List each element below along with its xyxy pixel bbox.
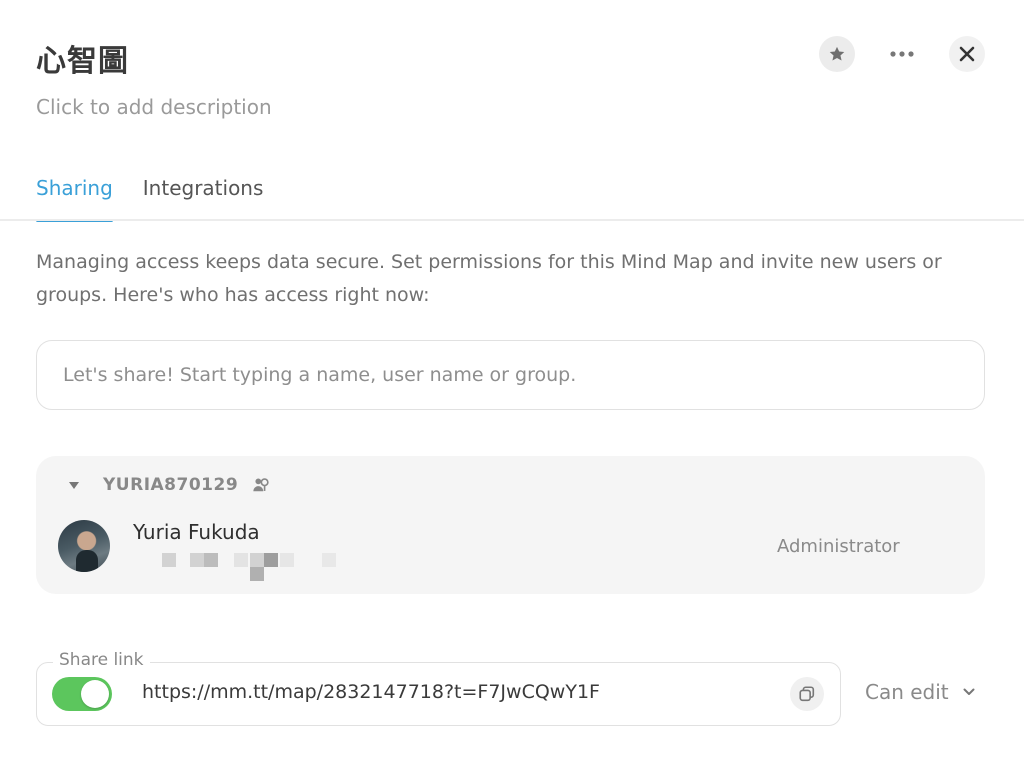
more-horizontal-icon xyxy=(890,51,914,57)
access-group-card: YURIA870129 Yuria Fukuda Administrator xyxy=(36,456,985,594)
collapse-caret-icon[interactable] xyxy=(69,481,79,489)
tab-divider xyxy=(0,219,1024,221)
share-link-field: Share link https://mm.tt/map/2832147718?… xyxy=(36,650,841,726)
link-permission-dropdown[interactable]: Can edit xyxy=(865,680,975,704)
share-link-url[interactable]: https://mm.tt/map/2832147718?t=F7JwCQwY1… xyxy=(142,681,600,703)
group-header: YURIA870129 xyxy=(69,470,270,500)
star-icon xyxy=(829,46,845,61)
share-dialog: 心智圖 Click to add description Sharing Int… xyxy=(0,0,1024,764)
link-permission-value: Can edit xyxy=(865,680,949,704)
map-title[interactable]: 心智圖 xyxy=(36,36,129,80)
group-name: YURIA870129 xyxy=(103,475,239,495)
share-link-legend: Share link xyxy=(53,650,150,670)
tab-sharing[interactable]: Sharing xyxy=(36,170,113,222)
group-icon xyxy=(252,476,270,494)
tab-integrations[interactable]: Integrations xyxy=(143,170,264,222)
redacted-email xyxy=(146,551,346,583)
share-search-input[interactable] xyxy=(36,340,985,410)
close-button[interactable] xyxy=(949,36,985,72)
copy-icon xyxy=(799,686,815,702)
avatar xyxy=(58,520,110,572)
close-icon xyxy=(959,46,975,62)
chevron-down-icon xyxy=(963,688,975,696)
member-name: Yuria Fukuda xyxy=(133,520,260,544)
dialog-tabs: Sharing Integrations xyxy=(36,170,293,222)
member-role[interactable]: Administrator xyxy=(777,536,900,557)
more-options-button[interactable] xyxy=(884,36,920,72)
sharing-intro-text: Managing access keeps data secure. Set p… xyxy=(36,251,942,306)
copy-link-button[interactable] xyxy=(790,677,824,711)
favorite-button[interactable] xyxy=(819,36,855,72)
description-placeholder[interactable]: Click to add description xyxy=(36,95,272,119)
share-link-toggle[interactable] xyxy=(52,677,112,711)
